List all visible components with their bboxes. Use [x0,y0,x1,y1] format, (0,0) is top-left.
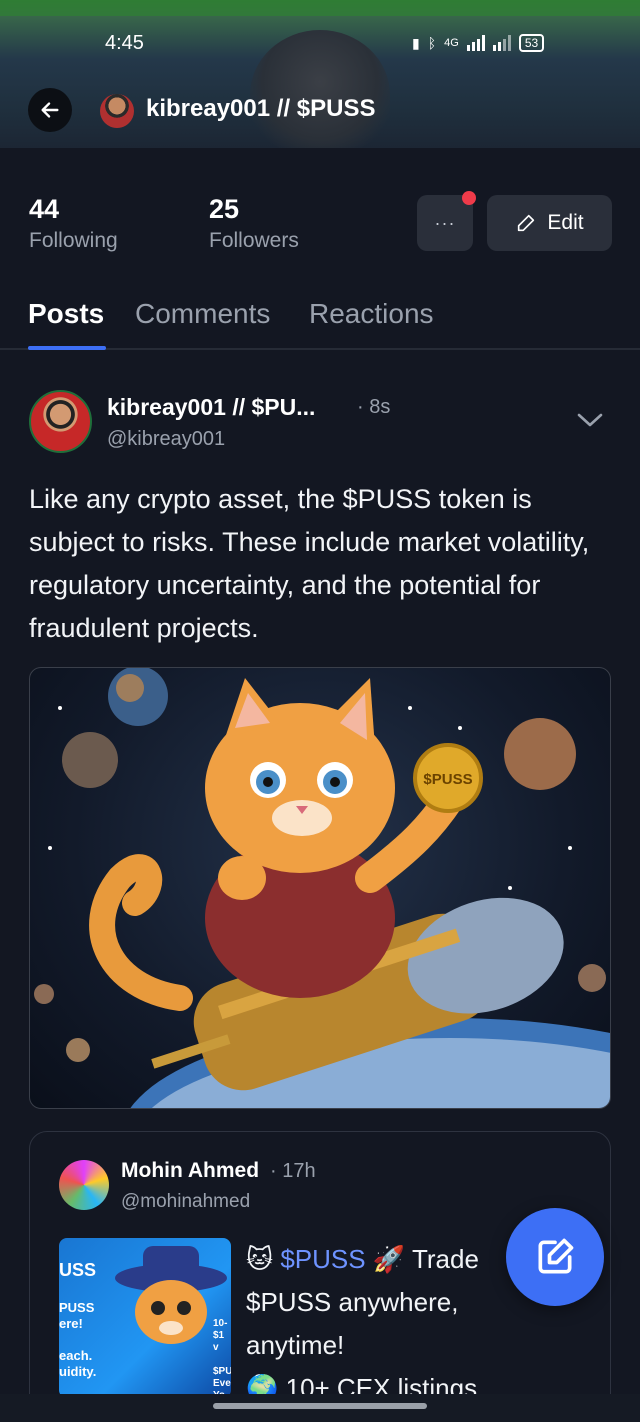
status-time: 4:45 [105,32,144,54]
quoted-post-image[interactable]: USS PUSS ere! each. uidity. 10- $1 v $PU… [59,1238,231,1398]
signal-icon [466,35,485,51]
quoted-author-handle[interactable]: @mohinahmed [121,1191,250,1213]
quoted-cashtag[interactable]: $PUSS [280,1244,365,1274]
rocket-emoji-icon: 🚀 [372,1244,406,1274]
profile-tabs: Posts Comments Reactions [0,296,640,348]
page-title: kibreay001 // $PUSS [146,95,376,122]
quoted-text-1: Trade [405,1244,479,1274]
tab-comments[interactable]: Comments [135,298,270,330]
quoted-author-name[interactable]: Mohin Ahmed [121,1159,259,1183]
quoted-image-title: USS [59,1260,97,1280]
compose-button[interactable] [506,1208,604,1306]
post-image[interactable]: $PUSS [29,667,611,1109]
post-author-name[interactable]: kibreay001 // $PU... [107,394,315,421]
post-author-handle[interactable]: @kibreay001 [107,428,225,451]
arrow-left-icon [41,102,59,118]
cat-rocket-illustration: $PUSS [34,668,610,1108]
following-stat[interactable]: 44 Following [29,194,118,253]
cat-emoji-icon: 🐱 [246,1244,274,1274]
quoted-text-3: anytime! [246,1330,345,1360]
tab-reactions[interactable]: Reactions [309,298,434,330]
followers-stat[interactable]: 25 Followers [209,194,299,253]
home-indicator[interactable] [213,1403,427,1409]
tab-posts[interactable]: Posts [28,298,104,330]
cowboy-cat-icon [115,1246,227,1344]
following-count: 44 [29,194,60,224]
quoted-author-avatar[interactable] [59,1160,109,1210]
signal-2-icon [492,35,511,51]
battery-icon: 53 [518,34,545,52]
header-avatar [100,94,134,128]
following-label: Following [29,229,118,252]
bluetooth-icon: ᛒ [427,35,437,51]
profile-banner [0,0,640,148]
status-bar: 4:45 ▮ ᛒ 4G 53 [0,30,640,58]
followers-label: Followers [209,229,299,252]
status-icons: ▮ ᛒ 4G 53 [412,34,545,52]
active-tab-indicator [28,346,106,350]
notification-dot [462,191,476,205]
network-label: 4G [444,37,459,49]
post-body: Like any crypto asset, the $PUSS token i… [29,484,590,643]
edit-profile-button[interactable]: Edit [487,195,612,251]
compose-icon [538,1238,574,1274]
pencil-icon [518,214,535,232]
post-author-avatar[interactable] [29,390,92,453]
quoted-image-lines: PUSS ere! each. uidity. [59,1300,97,1379]
followers-count: 25 [209,194,240,224]
quoted-timestamp: · 17h [270,1160,316,1182]
vibrate-icon: ▮ [412,34,420,51]
edit-label: Edit [547,211,584,234]
post-timestamp: · 8s [357,396,391,418]
coin-label: $PUSS [423,771,472,788]
chevron-down-icon[interactable] [574,408,606,432]
back-button[interactable] [28,88,72,132]
